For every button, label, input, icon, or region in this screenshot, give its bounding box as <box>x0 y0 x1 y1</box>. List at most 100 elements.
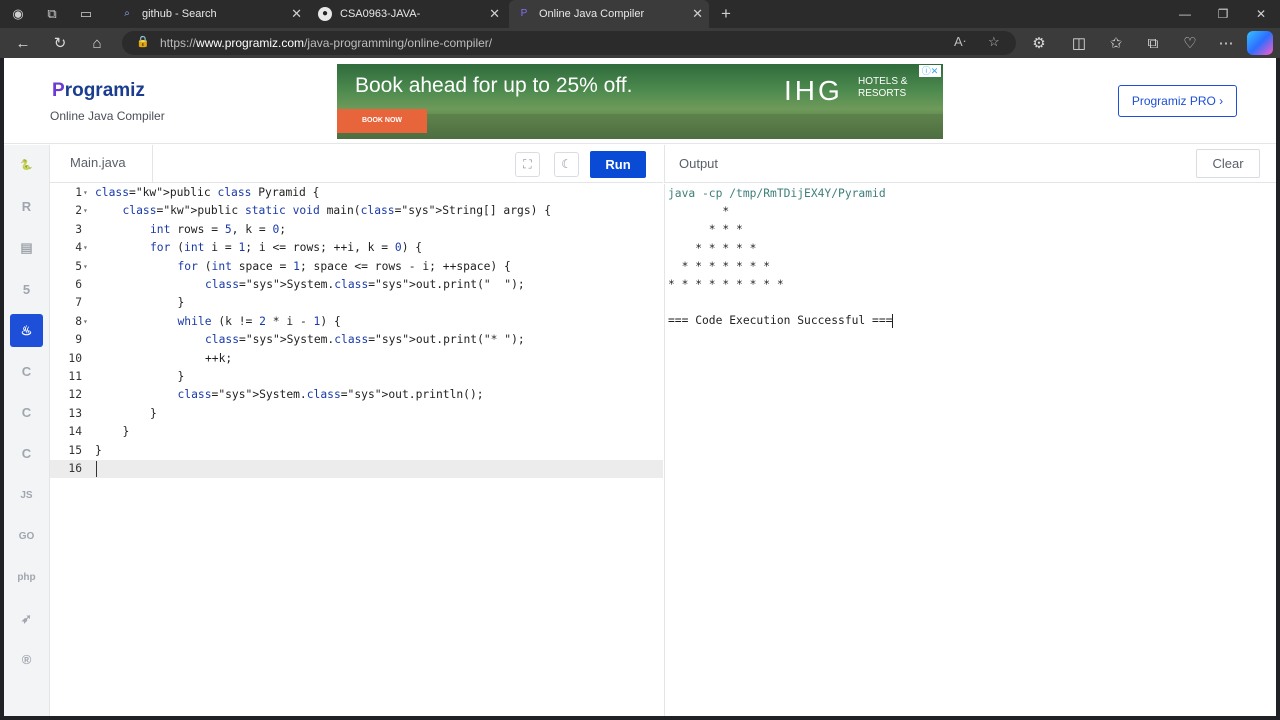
code-line[interactable]: 15} <box>50 442 663 460</box>
workspaces-icon[interactable]: ⧉ <box>42 4 62 24</box>
language-swift-icon[interactable]: ➶ <box>10 602 43 635</box>
code-line[interactable]: 11} <box>50 368 663 386</box>
code-line[interactable]: 8 ▾ while (k != 2 * i - 1) { <box>50 313 663 331</box>
address-bar[interactable]: 🔒 https://www.programiz.com/java-program… <box>122 31 1016 55</box>
fold-chevron-icon[interactable]: ▾ <box>83 313 88 331</box>
clear-button[interactable]: Clear <box>1196 149 1260 178</box>
minimize-icon[interactable]: — <box>1166 0 1204 28</box>
output-toolbar: Output Clear <box>664 145 1276 183</box>
close-tab-icon[interactable]: ✕ <box>489 0 500 28</box>
line-number: 7 <box>75 296 82 310</box>
code-line[interactable]: 4 ▾ for (int i = 1; i <= rows; ++i, k = 0)… <box>50 239 663 257</box>
ad-headline: Book ahead for up to 25% off. <box>355 74 633 97</box>
output-line: * * * * * * * * * <box>668 278 791 291</box>
window-close-icon[interactable]: ✕ <box>1242 0 1280 28</box>
tab-online-java-compiler[interactable]: P Online Java Compiler ✕ <box>509 0 709 28</box>
language-python-icon[interactable]: 🐍 <box>10 149 43 182</box>
page: Programiz Online Java Compiler Book ahea… <box>4 58 1276 716</box>
file-tab-main-java[interactable]: Main.java <box>50 145 153 183</box>
code-text: class="sys">System.class="sys">out.print… <box>205 333 525 347</box>
close-tab-icon[interactable]: ✕ <box>291 0 302 28</box>
github-icon: ● <box>318 7 332 21</box>
code-text: for (int i = 1; i <= rows; ++i, k = 0) { <box>150 241 423 255</box>
output-line: * * * <box>668 223 750 237</box>
collections-icon[interactable]: ⧉ <box>1142 33 1164 55</box>
lock-icon[interactable]: 🔒 <box>136 35 150 48</box>
dark-mode-icon[interactable]: ☾ <box>554 152 579 177</box>
code-text: } <box>150 406 157 420</box>
favorite-star-icon[interactable]: ☆ <box>988 34 1000 50</box>
code-line[interactable]: 16 <box>50 460 663 479</box>
tab-github-repo[interactable]: ● CSA0963-JAVA-PROGRAMMING/ ✕ <box>310 0 506 48</box>
profile-icon[interactable]: ◉ <box>8 4 28 24</box>
maximize-icon[interactable]: ❐ <box>1204 0 1242 28</box>
line-number: 5 <box>75 259 82 273</box>
close-tab-icon[interactable]: ✕ <box>692 0 703 28</box>
code-line[interactable]: 7} <box>50 294 663 312</box>
language-html-icon[interactable]: 5 <box>10 273 43 306</box>
language-java-icon[interactable]: ♨ <box>10 313 43 347</box>
programiz-pro-button[interactable]: Programiz PRO › <box>1118 85 1237 117</box>
ad-close-icon[interactable]: ⓘ✕ <box>919 65 941 77</box>
code-text: class="kw">public static void main(class… <box>122 204 552 218</box>
fold-chevron-icon[interactable]: ▾ <box>83 258 88 276</box>
site-header: Programiz Online Java Compiler Book ahea… <box>4 58 1276 144</box>
language-r-icon[interactable]: R <box>10 190 43 223</box>
language-csharp-icon[interactable]: C <box>10 437 43 470</box>
code-line[interactable]: 12 class="sys">System.class="sys">out.pri… <box>50 386 663 404</box>
fold-chevron-icon[interactable]: ▾ <box>83 239 88 257</box>
advertisement-banner[interactable]: Book ahead for up to 25% off. BOOK NOW I… <box>337 64 943 139</box>
code-line[interactable]: 10 ++k; <box>50 350 663 368</box>
code-line[interactable]: 9 class="sys">System.class="sys">out.prin… <box>50 331 663 349</box>
split-screen-icon[interactable]: ◫ <box>1068 33 1090 55</box>
line-number: 16 <box>68 462 82 475</box>
language-sql-icon[interactable]: ▤ <box>10 231 43 264</box>
ad-brand-tagline: HOTELS & RESORTS <box>858 76 908 99</box>
language-c-icon[interactable]: C <box>10 355 43 388</box>
fold-chevron-icon[interactable]: ▾ <box>83 202 88 220</box>
output-title: Output <box>679 156 719 171</box>
refresh-icon[interactable]: ↻ <box>49 33 71 55</box>
home-icon[interactable]: ⌂ <box>86 33 108 55</box>
language-rust-icon[interactable]: ® <box>10 643 43 676</box>
line-number: 13 <box>68 406 82 420</box>
language-go-icon[interactable]: GO <box>10 520 43 553</box>
tab-github-search[interactable]: ⌕ github - Search ✕ <box>112 0 308 28</box>
tab-title: github - Search <box>142 8 217 20</box>
line-number: 9 <box>75 333 82 347</box>
code-text: for (int space = 1; space <= rows - i; +… <box>177 259 511 273</box>
url-text[interactable]: https://www.programiz.com/java-programmi… <box>160 36 492 50</box>
code-line[interactable]: 1 ▾ class="kw">public class Pyramid { <box>50 184 663 202</box>
page-subtitle: Online Java Compiler <box>50 109 165 123</box>
code-line[interactable]: 5 ▾ for (int space = 1; space <= rows - i;… <box>50 258 663 276</box>
new-tab-icon[interactable]: + <box>716 4 736 24</box>
code-line[interactable]: 13} <box>50 405 663 423</box>
code-text: while (k != 2 * i - 1) { <box>177 314 341 328</box>
search-icon: ⌕ <box>124 8 130 19</box>
language-cpp-icon[interactable]: C <box>10 396 43 429</box>
line-number: 2 <box>75 204 82 218</box>
code-line[interactable]: 14} <box>50 423 663 441</box>
back-icon[interactable]: ← <box>12 33 34 55</box>
code-line[interactable]: 6 class="sys">System.class="sys">out.prin… <box>50 276 663 294</box>
more-menu-icon[interactable]: ⋯ <box>1215 33 1237 55</box>
run-button[interactable]: Run <box>590 151 646 178</box>
read-aloud-icon[interactable]: Aᐧ <box>954 34 966 50</box>
ad-brand-logo: IHG <box>784 75 843 106</box>
programiz-logo[interactable]: Programiz <box>52 80 145 102</box>
language-javascript-icon[interactable]: JS <box>10 479 43 512</box>
fold-chevron-icon[interactable]: ▾ <box>83 184 88 202</box>
code-editor[interactable]: 1 ▾ class="kw">public class Pyramid {2 ▾ cla… <box>50 184 663 716</box>
copilot-icon[interactable] <box>1247 31 1273 55</box>
extensions-icon[interactable]: ⚙ <box>1028 33 1050 55</box>
ad-water-image <box>337 114 943 139</box>
fullscreen-icon[interactable]: ⛶ <box>515 152 540 177</box>
browser-essentials-icon[interactable]: ♡ <box>1179 33 1201 55</box>
language-php-icon[interactable]: php <box>10 561 43 594</box>
code-line[interactable]: 2 ▾ class="kw">public static void main(cla… <box>50 202 663 220</box>
favorites-icon[interactable]: ✩ <box>1105 33 1127 55</box>
ad-book-now-button[interactable]: BOOK NOW <box>337 109 427 133</box>
tab-actions-icon[interactable]: ▭ <box>76 4 96 24</box>
output-console[interactable]: java -cp /tmp/RmTDijEX4Y/Pyramid * * * *… <box>664 184 1276 716</box>
code-line[interactable]: 3 int rows = 5, k = 0; <box>50 221 663 239</box>
